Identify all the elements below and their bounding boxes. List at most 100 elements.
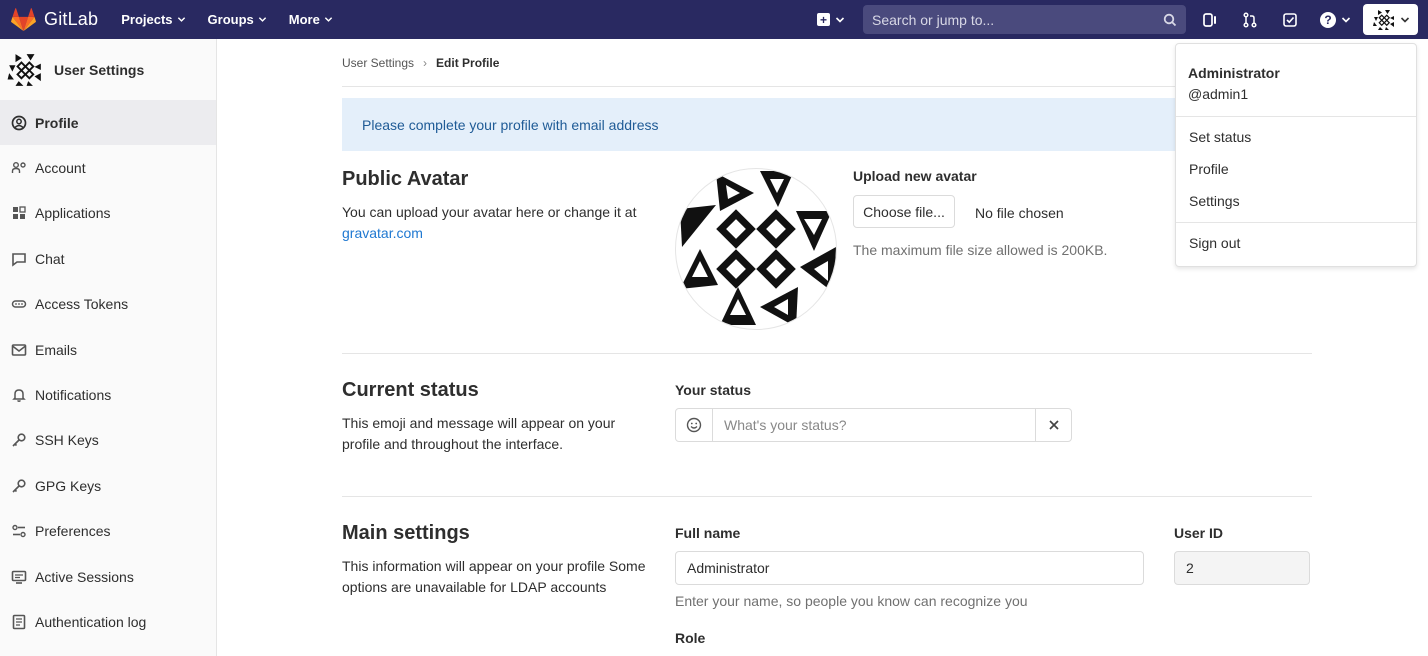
avatar-section-title: Public Avatar	[342, 168, 469, 190]
applications-icon	[10, 205, 27, 222]
sidebar-item-account[interactable]: Account	[0, 145, 216, 190]
profile-icon	[10, 114, 27, 131]
dropdown-divider	[1176, 222, 1416, 223]
user-avatar-icon	[7, 53, 41, 86]
status-section-desc: This emoji and message will appear on yo…	[342, 415, 616, 452]
nav-projects-label: Projects	[121, 12, 173, 27]
chevron-down-icon	[177, 17, 185, 22]
user-menu-button[interactable]	[1363, 4, 1418, 35]
notifications-icon	[10, 387, 27, 404]
sidebar-item-emails[interactable]: Emails	[0, 327, 216, 372]
sidebar-item-preferences[interactable]: Preferences	[0, 509, 216, 554]
chat-icon	[10, 250, 27, 267]
user-id-input[interactable]: 2	[1174, 551, 1310, 585]
gpg-keys-icon	[10, 477, 27, 494]
search-icon	[1163, 13, 1177, 26]
sidebar-item-access-tokens[interactable]: Access Tokens	[0, 282, 216, 327]
merge-requests-nav-button[interactable]	[1240, 10, 1260, 30]
nav-groups[interactable]: Groups	[208, 12, 267, 27]
search-input[interactable]: Search or jump to...	[863, 5, 1186, 34]
nav-more[interactable]: More	[289, 12, 333, 27]
section-divider	[342, 496, 1312, 497]
chevron-down-icon	[1400, 16, 1409, 23]
dropdown-set-status[interactable]: Set status	[1189, 129, 1251, 145]
upload-avatar-title: Upload new avatar	[853, 168, 977, 184]
status-section-title: Current status	[342, 379, 479, 401]
sidebar-item-label: Applications	[35, 205, 111, 222]
sidebar-item-label: Authentication log	[35, 613, 147, 630]
full-name-input[interactable]: Administrator	[675, 551, 1144, 585]
main-settings-title: Main settings	[342, 522, 470, 544]
your-status-label: Your status	[675, 382, 751, 398]
status-message-input[interactable]: What's your status?	[713, 409, 1035, 441]
issues-nav-button[interactable]	[1200, 10, 1220, 30]
new-item-button[interactable]: +	[817, 13, 845, 26]
dropdown-settings[interactable]: Settings	[1189, 193, 1240, 209]
chevron-down-icon	[1341, 16, 1351, 23]
avatar-section-desc: You can upload your avatar here or chang…	[342, 202, 652, 244]
breadcrumb-parent[interactable]: User Settings	[342, 56, 414, 70]
dropdown-divider	[1176, 116, 1416, 117]
search-placeholder: Search or jump to...	[872, 11, 995, 28]
nav-projects[interactable]: Projects	[121, 12, 185, 27]
chevron-right-icon: ›	[423, 55, 428, 70]
sidebar-item-label: Access Tokens	[35, 296, 129, 313]
sidebar-item-label: SSH Keys	[35, 432, 99, 449]
choose-file-button[interactable]: Choose file...	[853, 195, 955, 228]
dropdown-sign-out[interactable]: Sign out	[1189, 235, 1240, 251]
preferences-icon	[10, 523, 27, 540]
active-sessions-icon	[10, 568, 27, 585]
profile-alert: Please complete your profile with email …	[342, 98, 1312, 151]
chevron-down-icon	[324, 17, 333, 22]
sidebar-item-label: Emails	[35, 341, 78, 358]
sidebar-item-applications[interactable]: Applications	[0, 191, 216, 236]
plus-icon: +	[817, 13, 830, 26]
gravatar-link[interactable]: gravatar.com	[342, 225, 423, 241]
sidebar-item-label: Active Sessions	[35, 568, 134, 585]
nav-more-label: More	[288, 12, 320, 27]
max-file-size-help: The maximum file size allowed is 200KB.	[853, 242, 1108, 258]
issues-icon	[1203, 12, 1216, 27]
sidebar-item-label: Notifications	[35, 387, 112, 404]
role-label: Role	[675, 630, 706, 646]
question-icon: ?	[1320, 11, 1336, 28]
top-navbar: GitLab Projects Groups More + Search or …	[0, 0, 1428, 39]
sidebar-item-authentication-log[interactable]: Authentication log	[0, 599, 216, 644]
ssh-keys-icon	[10, 432, 27, 449]
breadcrumb-current[interactable]: Edit Profile	[436, 56, 499, 70]
dropdown-profile[interactable]: Profile	[1189, 161, 1229, 177]
sidebar-item-label: Preferences	[35, 523, 111, 540]
chevron-down-icon	[835, 16, 845, 23]
no-file-chosen-text: No file chosen	[975, 205, 1064, 221]
sidebar-item-notifications[interactable]: Notifications	[0, 372, 216, 417]
sidebar-header[interactable]: User Settings	[0, 39, 216, 100]
smiley-icon	[686, 417, 702, 433]
dropdown-user-name[interactable]: Administrator	[1188, 65, 1280, 81]
tanuki-icon	[11, 7, 36, 31]
todos-nav-button[interactable]	[1280, 10, 1300, 30]
status-input-group: What's your status?	[675, 408, 1072, 442]
sidebar-item-gpg-keys[interactable]: GPG Keys	[0, 463, 216, 508]
avatar-desc-text: You can upload your avatar here or chang…	[342, 204, 637, 220]
sidebar-item-ssh-keys[interactable]: SSH Keys	[0, 418, 216, 463]
section-divider	[342, 353, 1312, 354]
main-settings-desc: This information will appear on your pro…	[342, 558, 646, 595]
todo-check-icon	[1283, 12, 1297, 27]
brand-name: GitLab	[44, 9, 99, 29]
sidebar-item-active-sessions[interactable]: Active Sessions	[0, 554, 216, 599]
settings-sidebar: User Settings Profile Account Applicatio…	[0, 39, 217, 656]
sidebar-title: User Settings	[54, 61, 145, 78]
sidebar-item-chat[interactable]: Chat	[0, 236, 216, 281]
user-dropdown-menu: Administrator @admin1 Set status Profile…	[1175, 43, 1417, 267]
breadcrumb: User Settings › Edit Profile	[342, 39, 1312, 87]
merge-request-icon	[1243, 11, 1257, 28]
gitlab-logo[interactable]: GitLab	[11, 0, 98, 39]
profile-avatar-image	[675, 168, 837, 330]
help-button[interactable]: ?	[1320, 11, 1351, 28]
clear-status-button[interactable]	[1035, 409, 1071, 441]
sidebar-item-label: Account	[35, 160, 86, 177]
dropdown-username[interactable]: @admin1	[1188, 86, 1248, 102]
emoji-picker-button[interactable]	[676, 409, 713, 441]
sidebar-item-profile[interactable]: Profile	[0, 100, 216, 146]
emails-icon	[10, 341, 27, 358]
